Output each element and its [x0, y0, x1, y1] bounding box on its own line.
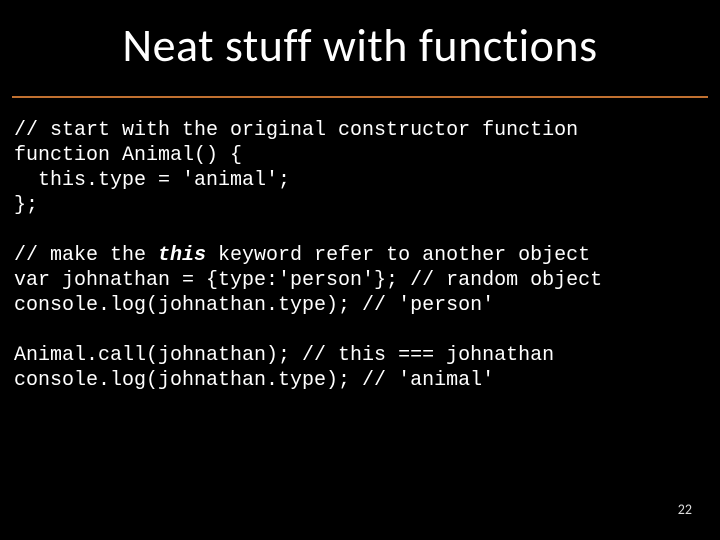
code-line: Animal.call(johnathan); // this === john…	[14, 344, 554, 367]
code-line: // start with the original constructor f…	[14, 119, 578, 142]
code-emphasis-this: this	[158, 244, 206, 267]
slide: Neat stuff with functions // start with …	[0, 0, 720, 540]
code-line: this.type = 'animal';	[14, 169, 290, 192]
divider	[12, 96, 708, 98]
code-line: var johnathan = {type:'person'}; // rand…	[14, 269, 602, 292]
slide-title: Neat stuff with functions	[0, 18, 720, 74]
code-line: console.log(johnathan.type); // 'person'	[14, 294, 494, 317]
code-block: // start with the original constructor f…	[14, 118, 706, 393]
code-line: keyword refer to another object	[206, 244, 590, 267]
page-number: 22	[678, 501, 692, 518]
code-line: function Animal() {	[14, 144, 242, 167]
code-line: };	[14, 194, 38, 217]
code-line: // make the	[14, 244, 158, 267]
code-line: console.log(johnathan.type); // 'animal'	[14, 369, 494, 392]
